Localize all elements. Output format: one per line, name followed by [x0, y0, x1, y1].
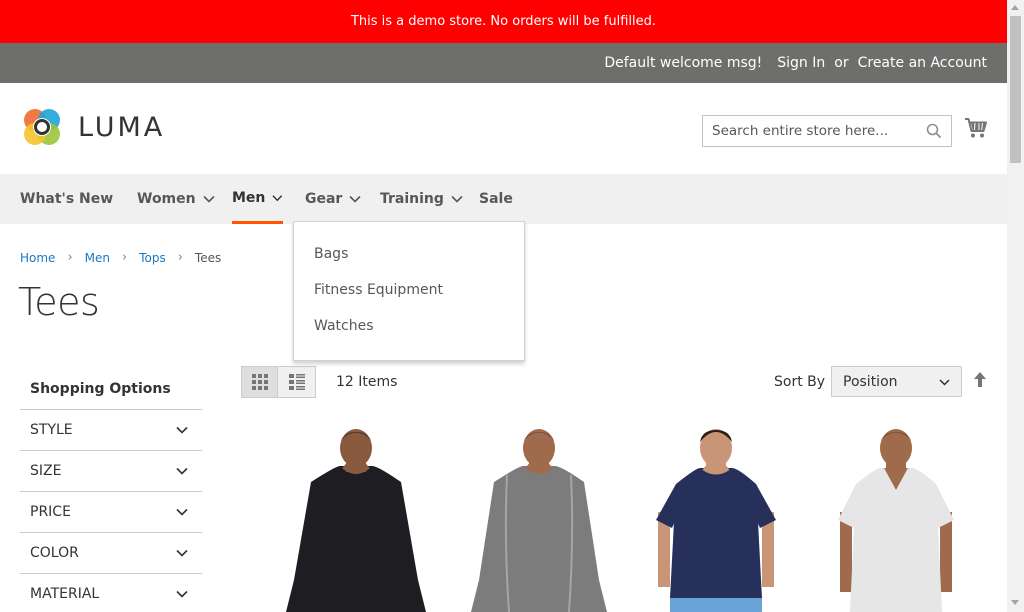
- breadcrumb-separator-icon: ›: [177, 250, 183, 265]
- breadcrumb-separator-icon: ›: [121, 250, 128, 265]
- product-image[interactable]: [806, 420, 986, 612]
- nav-label: What's New: [20, 191, 114, 207]
- scrollbar-down-arrow-icon[interactable]: [1011, 600, 1019, 605]
- nav-label: Women: [137, 191, 196, 207]
- sort-by-select[interactable]: Position: [831, 366, 962, 397]
- grid-icon: [251, 374, 268, 390]
- breadcrumb-separator-icon: ›: [67, 250, 73, 265]
- list-view-button[interactable]: [278, 366, 316, 398]
- list-icon: [288, 374, 305, 390]
- breadcrumb-home[interactable]: Home: [20, 251, 55, 265]
- logo[interactable]: LUMA: [20, 105, 165, 149]
- search-icon[interactable]: [926, 123, 942, 139]
- nav-label: Sale: [479, 191, 513, 207]
- nav-item-whats-new[interactable]: What's New: [20, 174, 113, 224]
- filter-color[interactable]: COLOR: [20, 533, 202, 574]
- filter-label: PRICE: [30, 504, 71, 520]
- sign-in-link[interactable]: Sign In: [777, 55, 825, 71]
- nav-item-gear[interactable]: Gear: [305, 174, 361, 224]
- chevron-down-icon: [176, 590, 188, 598]
- sort-by-label: Sort By: [774, 374, 826, 390]
- nav-label: Gear: [305, 191, 343, 207]
- breadcrumb-men[interactable]: Men: [85, 251, 110, 265]
- gear-submenu: Bags Fitness Equipment Watches: [293, 221, 525, 361]
- filter-size[interactable]: SIZE: [20, 451, 202, 492]
- page-title: Tees: [18, 280, 100, 324]
- items-count: 12 Items: [336, 374, 398, 390]
- chevron-down-icon: [176, 549, 188, 557]
- breadcrumb-tops[interactable]: Tops: [139, 251, 166, 265]
- or-text: or: [834, 55, 849, 71]
- nav-item-sale[interactable]: Sale: [479, 174, 513, 224]
- chevron-down-icon: [939, 379, 950, 386]
- panel-header: Default welcome msg! Sign In or Create a…: [0, 43, 1007, 83]
- submenu-item-bags[interactable]: Bags: [314, 246, 348, 262]
- shopping-options-title: Shopping Options: [20, 368, 202, 410]
- chevron-down-icon: [176, 426, 188, 434]
- products-toolbar: 12 Items Sort By Position: [241, 366, 991, 398]
- demo-store-notice: This is a demo store. No orders will be …: [0, 0, 1007, 43]
- product-image[interactable]: [626, 420, 806, 612]
- search-input[interactable]: [703, 117, 913, 145]
- create-account-link[interactable]: Create an Account: [858, 55, 987, 71]
- header-content: LUMA: [0, 83, 1007, 174]
- chevron-down-icon: [272, 194, 283, 201]
- product-image[interactable]: [449, 420, 629, 612]
- product-grid: [241, 420, 1001, 612]
- filter-label: MATERIAL: [30, 586, 100, 602]
- search-box: [702, 115, 952, 147]
- filter-label: COLOR: [30, 545, 79, 561]
- sort-value: Position: [843, 373, 898, 390]
- cart-icon[interactable]: [964, 117, 988, 139]
- page-scrollbar[interactable]: [1007, 0, 1024, 612]
- submenu-item-fitness-equipment[interactable]: Fitness Equipment: [314, 282, 443, 298]
- breadcrumb: Home › Men › Tops › Tees: [20, 250, 221, 265]
- product-item[interactable]: [449, 420, 629, 612]
- nav-item-training[interactable]: Training: [380, 174, 463, 224]
- nav-label: Training: [380, 191, 444, 207]
- grid-view-button[interactable]: [241, 366, 278, 398]
- filter-price[interactable]: PRICE: [20, 492, 202, 533]
- filter-label: SIZE: [30, 463, 62, 479]
- nav-item-men[interactable]: Men: [232, 174, 283, 224]
- chevron-down-icon: [349, 195, 361, 203]
- scrollbar-thumb[interactable]: [1010, 16, 1021, 163]
- sort-direction-arrow-icon[interactable]: [972, 371, 988, 389]
- product-item[interactable]: [266, 420, 446, 612]
- product-item[interactable]: [806, 420, 986, 612]
- breadcrumb-current: Tees: [194, 250, 222, 265]
- filter-label: STYLE: [30, 422, 73, 438]
- main-navigation: What's New Women Men Gear Training Sale: [0, 174, 1007, 224]
- filter-material[interactable]: MATERIAL: [20, 574, 202, 612]
- nav-label: Men: [232, 189, 266, 206]
- sidebar-filters: Shopping Options STYLE SIZE PRICE COLOR …: [20, 368, 202, 612]
- product-image[interactable]: [266, 420, 446, 612]
- chevron-down-icon: [176, 467, 188, 475]
- nav-item-women[interactable]: Women: [137, 174, 215, 224]
- scrollbar-up-arrow-icon[interactable]: [1011, 5, 1019, 10]
- filter-style[interactable]: STYLE: [20, 410, 202, 451]
- submenu-item-watches[interactable]: Watches: [314, 318, 374, 334]
- chevron-down-icon: [451, 195, 463, 203]
- demo-notice-text: This is a demo store. No orders will be …: [350, 14, 657, 29]
- welcome-message: Default welcome msg!: [604, 55, 763, 71]
- logo-text: LUMA: [78, 111, 166, 143]
- product-item[interactable]: [626, 420, 806, 612]
- luma-logo-icon: [24, 109, 60, 145]
- chevron-down-icon: [176, 508, 188, 516]
- chevron-down-icon: [203, 195, 215, 203]
